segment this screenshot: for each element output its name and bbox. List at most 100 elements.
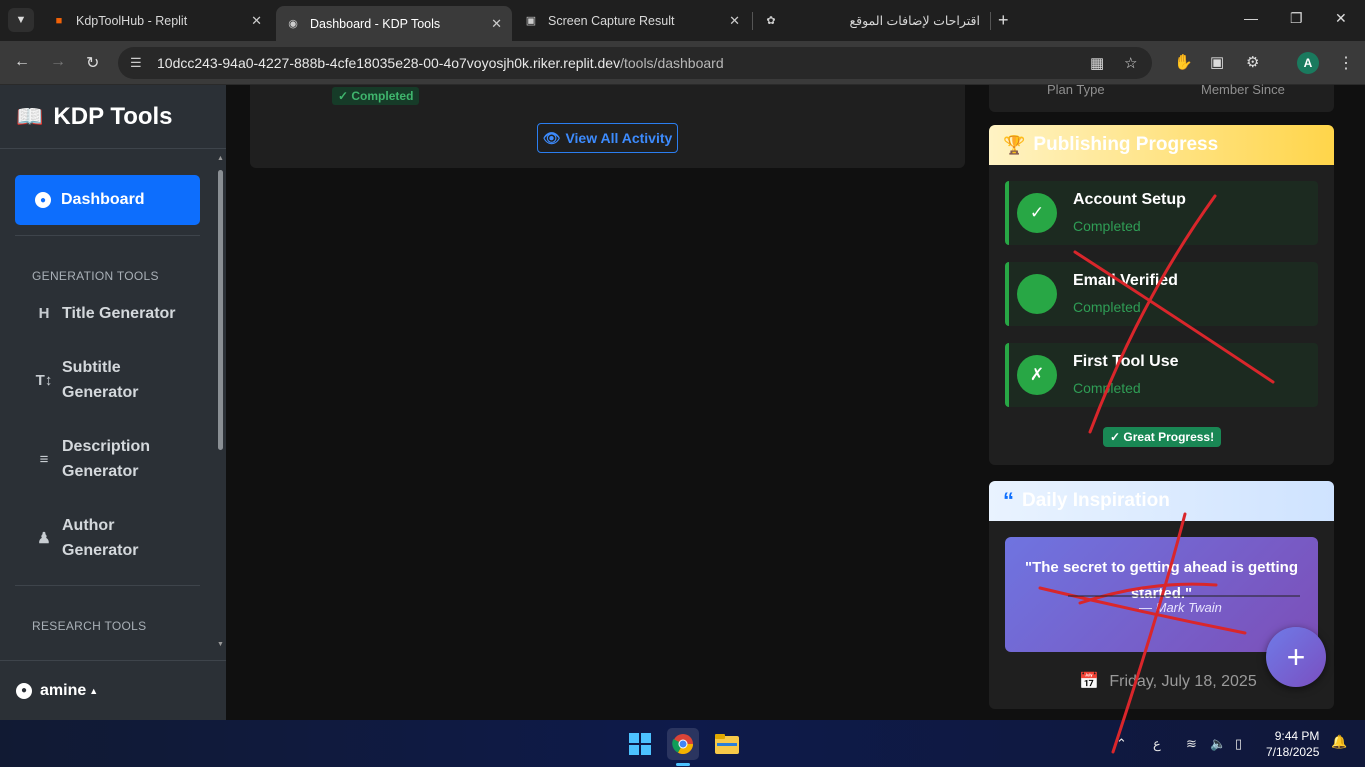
align-left-icon: ≡ xyxy=(39,450,49,468)
progress-step: ✓ Account Setup Completed xyxy=(1005,181,1318,245)
globe-icon: ◉ xyxy=(288,18,298,30)
chrome-icon[interactable] xyxy=(667,728,699,760)
card-title: Daily Inspiration xyxy=(1022,490,1170,511)
section-research-tools: RESEARCH TOOLS xyxy=(32,619,147,633)
progress-step: ✗ First Tool Use Completed xyxy=(1005,343,1318,407)
date-text: Friday, July 18, 2025 xyxy=(1109,673,1257,690)
site-settings-icon[interactable]: ☰ xyxy=(130,55,142,71)
sidebar-scrollbar[interactable] xyxy=(218,170,223,450)
account-info-card: Plan Type Member Since xyxy=(989,82,1334,112)
sidebar-item-label: Generator xyxy=(62,542,139,559)
profile-avatar[interactable]: A xyxy=(1297,52,1319,74)
address-bar[interactable]: ☰ 10dcc243-94a0-4227-888b-4cfe18035e28-0… xyxy=(118,47,1152,79)
quote-box: "The secret to getting ahead is getting … xyxy=(1005,537,1318,652)
card-header: “ Daily Inspiration xyxy=(989,481,1334,521)
sidebar-item-dashboard[interactable]: ● Dashboard xyxy=(15,175,200,225)
member-since-label: Member Since xyxy=(1201,82,1285,97)
wifi-icon[interactable]: ≋ xyxy=(1186,736,1197,752)
close-icon[interactable]: ✕ xyxy=(251,13,262,29)
file-explorer-icon[interactable] xyxy=(711,728,743,760)
tab-dashboard[interactable]: ◉ Dashboard - KDP Tools ✕ xyxy=(276,6,512,41)
sidebar-item-label: Generator xyxy=(62,384,139,401)
sidebar-item-label: Dashboard xyxy=(61,191,145,208)
sidebar-item-subtitle-generator[interactable]: T↕ Subtitle Generator xyxy=(34,355,139,405)
heading-icon: H xyxy=(38,305,50,322)
minimize-icon[interactable]: — xyxy=(1244,10,1258,26)
scroll-up-arrow-icon[interactable]: ▲ xyxy=(217,155,224,162)
tab-screen-capture[interactable]: ▣ Screen Capture Result ✕ xyxy=(514,6,750,35)
view-all-activity-button[interactable]: 👁 View All Activity xyxy=(537,123,678,153)
quote-author: — Mark Twain xyxy=(1139,600,1222,615)
sidebar-item-title-generator[interactable]: H Title Generator xyxy=(34,301,176,326)
sidebar-item-label: Author xyxy=(62,517,115,534)
status-badge: ✓ Completed xyxy=(332,87,420,105)
section-generation-tools: GENERATION TOOLS xyxy=(32,269,159,283)
windows-taskbar: ⌃ ع ≋ 🔈 ▯ 9:44 PM 7/18/2025 🔔 xyxy=(0,720,1365,767)
reload-icon[interactable]: ↻ xyxy=(86,53,99,73)
clock-time: 9:44 PM xyxy=(1274,729,1320,743)
tray-overflow-icon[interactable]: ⌃ xyxy=(1116,736,1127,752)
replit-icon: ■ xyxy=(55,14,63,27)
floating-add-button[interactable]: + xyxy=(1266,627,1326,687)
gauge-icon: ● xyxy=(35,192,51,208)
input-language[interactable]: ع xyxy=(1153,736,1161,752)
tab-kdptoolhub[interactable]: ■ KdpToolHub - Replit ✕ xyxy=(42,6,272,35)
battery-icon[interactable]: ▯ xyxy=(1235,736,1242,752)
translate-icon[interactable]: ▦ xyxy=(1090,54,1104,72)
extension-hand-icon[interactable]: ✋ xyxy=(1174,53,1193,71)
sidebar-item-label: Title Generator xyxy=(62,305,176,322)
trophy-icon: 🏆 xyxy=(1003,134,1026,155)
close-icon[interactable]: ✕ xyxy=(729,13,740,29)
button-label: View All Activity xyxy=(565,130,673,146)
sidebar-item-label: Description xyxy=(62,438,151,455)
chatgpt-icon: ✿ xyxy=(766,15,776,27)
back-icon[interactable]: ← xyxy=(14,53,30,71)
browser-tab-strip: ▼ ■ KdpToolHub - Replit ✕ ◉ Dashboard - … xyxy=(0,0,1365,41)
user-pen-icon: ♟ xyxy=(37,529,51,547)
step-status: Completed xyxy=(1073,299,1141,315)
sidebar-item-label: Subtitle xyxy=(62,359,121,376)
step-title: Email Verified xyxy=(1073,272,1178,289)
sidebar-item-author-generator[interactable]: ♟ Author Generator xyxy=(34,513,138,563)
step-status: Completed xyxy=(1073,380,1141,396)
bookmark-star-icon[interactable]: ☆ xyxy=(1124,54,1137,72)
scroll-down-arrow-icon[interactable]: ▼ xyxy=(217,641,224,648)
system-clock[interactable]: 9:44 PM 7/18/2025 xyxy=(1266,728,1319,760)
forward-icon[interactable]: → xyxy=(50,53,66,71)
browser-toolbar: ← → ↻ ☰ 10dcc243-94a0-4227-888b-4cfe1803… xyxy=(0,41,1365,85)
tab-chatgpt[interactable]: ✿ اقتراحات لإضافات الموقع xyxy=(754,6,990,35)
brand[interactable]: 📖 KDP Tools xyxy=(0,85,226,149)
windows-start-icon[interactable] xyxy=(624,728,656,760)
new-tab-button[interactable]: + xyxy=(998,10,1009,31)
user-circle-icon: ● xyxy=(16,682,32,699)
close-icon[interactable]: ✕ xyxy=(491,16,502,32)
restore-icon[interactable]: ❐ xyxy=(1290,10,1303,27)
extensions-puzzle-icon[interactable]: ⚙ xyxy=(1246,53,1259,71)
recent-activity-card: ✓ Completed 👁 View All Activity xyxy=(250,85,965,168)
publishing-progress-card: 🏆 Publishing Progress ✓ Account Setup Co… xyxy=(989,125,1334,465)
brand-title: KDP Tools xyxy=(53,102,173,130)
eye-icon: 👁 xyxy=(542,129,561,146)
caret-up-icon: ▲ xyxy=(89,685,99,696)
tab-search-button[interactable]: ▼ xyxy=(8,8,34,32)
plan-type-label: Plan Type xyxy=(1047,82,1105,97)
close-window-icon[interactable]: ✕ xyxy=(1335,10,1347,27)
screenshot-extension-icon[interactable]: ▣ xyxy=(1210,53,1224,71)
volume-icon[interactable]: 🔈 xyxy=(1210,736,1226,752)
main-content: ✓ Completed 👁 View All Activity Plan Typ… xyxy=(226,82,1365,720)
tab-title: Dashboard - KDP Tools xyxy=(310,16,441,31)
user-menu[interactable]: ● amine ▲ xyxy=(0,660,226,720)
notification-bell-icon[interactable]: 🔔 xyxy=(1331,734,1347,750)
sidebar-item-label: Generator xyxy=(62,463,139,480)
camera-icon: ▣ xyxy=(525,15,537,27)
tools-icon: ✗ xyxy=(1017,355,1057,395)
great-progress-badge: ✓ Great Progress! xyxy=(1103,427,1222,447)
sidebar-item-description-generator[interactable]: ≡ Description Generator xyxy=(34,434,150,484)
progress-step: Email Verified Completed xyxy=(1005,262,1318,326)
tab-title: Screen Capture Result xyxy=(548,13,675,28)
browser-menu-icon[interactable]: ⋮ xyxy=(1338,53,1354,73)
tab-title: KdpToolHub - Replit xyxy=(76,13,188,28)
url-text[interactable]: 10dcc243-94a0-4227-888b-4cfe18035e28-00-… xyxy=(157,55,724,71)
calendar-icon: 📅 xyxy=(1079,673,1099,690)
quote-left-icon: “ xyxy=(1003,488,1014,513)
